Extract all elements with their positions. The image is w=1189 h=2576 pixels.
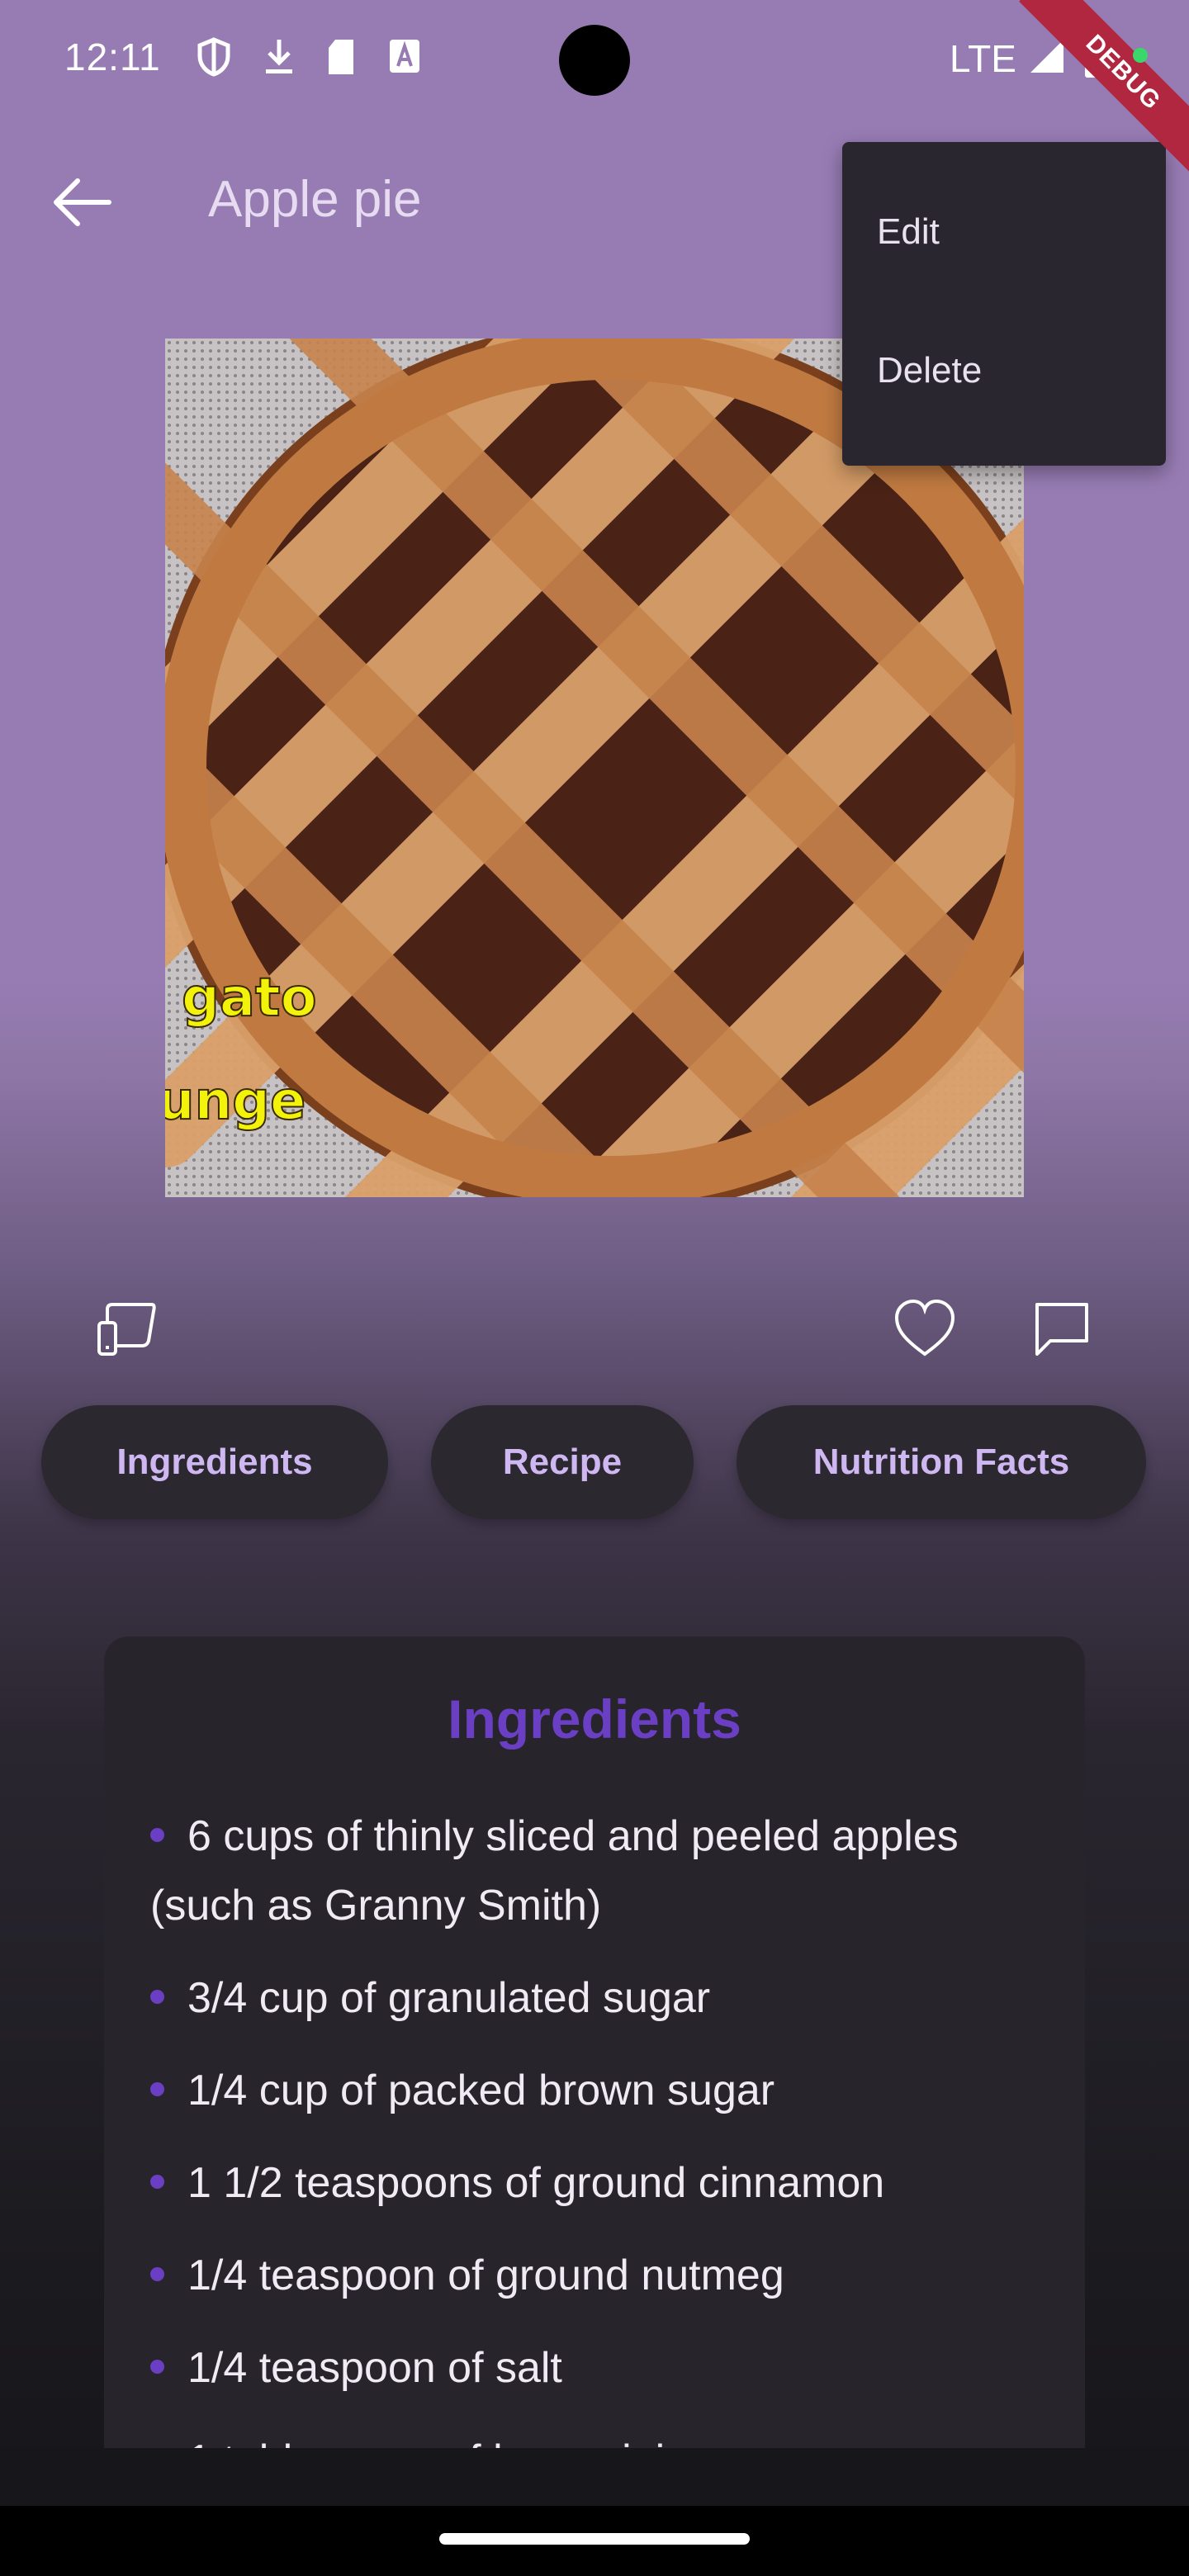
page-title: Apple pie — [208, 171, 422, 228]
tab-ingredients[interactable]: Ingredients — [41, 1405, 388, 1519]
cast-to-device-icon[interactable] — [92, 1295, 162, 1364]
network-label: LTE — [950, 37, 1016, 80]
status-time: 12:11 — [64, 36, 161, 78]
card-heading: Ingredients — [448, 1688, 741, 1750]
status-bar: 12:11 LTE DEBUG — [0, 0, 1189, 177]
ingredient-item: 1/4 cup of packed brown sugar — [150, 2056, 1050, 2125]
menu-item-delete[interactable]: Delete — [877, 350, 982, 391]
recipe-image: gato unge — [165, 339, 1024, 1197]
download-icon — [266, 40, 292, 73]
bullet-dot — [150, 2174, 164, 2189]
bullet-dot — [150, 1827, 164, 1842]
bullet-dot — [150, 2359, 164, 2374]
ingredient-item: 6 cups of thinly sliced and peeled apple… — [150, 1812, 959, 1930]
menu-item-edit[interactable]: Edit — [877, 211, 940, 253]
tab-recipe[interactable]: Recipe — [431, 1405, 694, 1519]
app-screen: 12:11 LTE DEBUG Apple pie gato unge Edit… — [0, 0, 1189, 2576]
back-arrow-icon[interactable] — [45, 165, 119, 239]
watermark-line1: gato — [182, 968, 317, 1029]
ingredient-item: 1/4 teaspoon of salt — [150, 2333, 1050, 2403]
bullet-dot — [150, 1989, 164, 2004]
text-a-icon — [390, 40, 419, 73]
ingredient-item: 1 1/2 teaspoons of ground cinnamon — [150, 2148, 1050, 2218]
ingredient-item: 3/4 cup of granulated sugar — [150, 1963, 1050, 2033]
watermark-line2: unge — [165, 1071, 306, 1132]
home-gesture-handle[interactable] — [439, 2533, 750, 2545]
active-indicator-dot — [1133, 48, 1148, 63]
ingredients-card: Ingredients 6 cups of thinly sliced and … — [104, 1636, 1085, 2512]
overflow-menu: Edit Delete — [842, 142, 1166, 466]
front-camera — [559, 25, 630, 96]
pie-illustration: gato unge — [165, 339, 1024, 1197]
ingredient-item: 1/4 teaspoon of ground nutmeg — [150, 2241, 1050, 2310]
bullet-dot — [150, 2266, 164, 2281]
comment-icon[interactable] — [1027, 1295, 1097, 1364]
sd-card-icon — [329, 40, 353, 74]
favorite-heart-icon[interactable] — [890, 1295, 959, 1364]
bullet-dot — [150, 2081, 164, 2096]
tab-nutrition-facts[interactable]: Nutrition Facts — [737, 1405, 1146, 1519]
shield-icon — [197, 37, 230, 77]
